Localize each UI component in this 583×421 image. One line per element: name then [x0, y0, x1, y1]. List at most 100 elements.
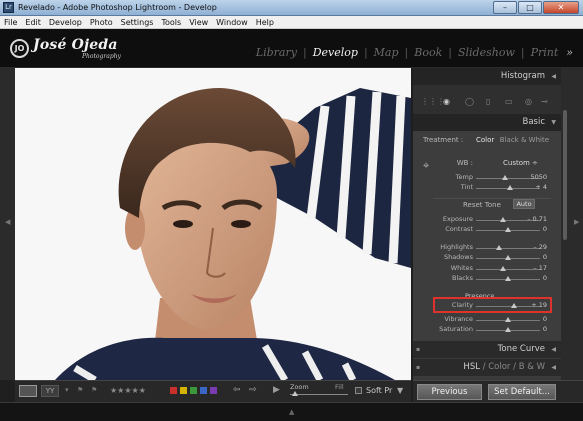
reject-flag-icon[interactable]: ⚑ [91, 386, 97, 394]
treatment-color-option[interactable]: Color [476, 136, 494, 144]
color-tab[interactable]: Color [488, 362, 510, 372]
panel-switch-icon[interactable]: ▪ [416, 359, 420, 376]
module-book[interactable]: Book [408, 46, 448, 59]
menu-settings[interactable]: Settings [121, 18, 154, 27]
slider-thumb[interactable] [505, 317, 511, 322]
toolbar-menu-icon[interactable]: ▼ [397, 386, 403, 395]
slider-track[interactable] [476, 227, 540, 232]
slider-value[interactable]: – 29 [533, 243, 547, 251]
before-after-button[interactable]: YY [41, 385, 59, 397]
menu-help[interactable]: Help [256, 18, 274, 27]
slider-value[interactable]: + 19 [531, 301, 547, 309]
slider-thumb[interactable] [496, 245, 502, 250]
slider-tint[interactable]: Tint + 4 [413, 183, 561, 193]
slider-track[interactable] [476, 255, 540, 260]
crop-icon[interactable]: ◉ [443, 97, 450, 106]
tone-curve-header[interactable]: ▪ Tone Curve ◀ [413, 341, 561, 358]
basic-header[interactable]: Basic ▼ [413, 114, 561, 131]
maximize-button[interactable]: □ [518, 1, 542, 14]
expand-left-panel-icon[interactable]: ◀ [5, 218, 10, 226]
previous-photo-icon[interactable]: ⇦ [233, 385, 241, 395]
red-eye-icon[interactable]: ▯ [486, 97, 490, 106]
zoom-thumb[interactable] [292, 391, 298, 396]
slider-highlights[interactable]: Highlights – 29 [413, 243, 561, 253]
spot-removal-icon[interactable]: ◯ [465, 97, 474, 106]
slider-saturation[interactable]: Saturation 0 [413, 325, 561, 335]
slider-value[interactable]: – 17 [533, 264, 547, 272]
panel-switch-icon[interactable]: ▪ [416, 341, 420, 358]
slider-value[interactable]: 0 [543, 225, 547, 233]
wb-select[interactable]: Custom ÷ [503, 159, 538, 167]
soft-proofing-checkbox[interactable] [355, 387, 362, 394]
radial-filter-icon[interactable]: ◎ [525, 97, 532, 106]
slider-track[interactable] [476, 245, 540, 250]
reset-tone-label[interactable]: Reset Tone [463, 201, 501, 209]
collapse-basic-icon[interactable]: ▼ [551, 114, 556, 131]
filmstrip-collapsed[interactable]: ▲ [0, 402, 583, 421]
module-develop[interactable]: Develop [307, 46, 364, 59]
module-print[interactable]: Print [525, 46, 565, 59]
bw-tab[interactable]: B & W [519, 362, 545, 372]
menu-edit[interactable]: Edit [25, 18, 41, 27]
adjustment-brush-icon[interactable]: ⊸ [541, 97, 548, 106]
menu-file[interactable]: File [4, 18, 17, 27]
expand-tone-curve-icon[interactable]: ◀ [551, 341, 556, 358]
menu-develop[interactable]: Develop [49, 18, 82, 27]
slider-shadows[interactable]: Shadows 0 [413, 253, 561, 263]
slider-value[interactable]: + 4 [535, 183, 547, 191]
slider-track[interactable] [476, 327, 540, 332]
slider-whites[interactable]: Whites – 17 [413, 264, 561, 274]
menu-tools[interactable]: Tools [161, 18, 181, 27]
panel-scrollbar[interactable] [563, 110, 567, 240]
slider-value[interactable]: 0 [543, 325, 547, 333]
module-library[interactable]: Library [250, 46, 303, 59]
color-label-blue[interactable] [200, 387, 207, 394]
slider-thumb[interactable] [502, 175, 508, 180]
treatment-bw-option[interactable]: Black & White [500, 136, 549, 144]
module-slideshow[interactable]: Slideshow [452, 46, 521, 59]
slider-value[interactable]: 0 [543, 274, 547, 282]
before-after-menu-icon[interactable]: ▾ [65, 386, 69, 394]
minimize-button[interactable]: – [493, 1, 517, 14]
menu-window[interactable]: Window [216, 18, 248, 27]
slider-thumb[interactable] [505, 276, 511, 281]
previous-button[interactable]: Previous [417, 384, 482, 400]
slider-thumb[interactable] [505, 255, 511, 260]
star-rating[interactable]: ★★★★★ [110, 386, 146, 395]
pick-flag-icon[interactable]: ⚑ [77, 386, 83, 394]
slider-contrast[interactable]: Contrast 0 [413, 225, 561, 235]
color-label-purple[interactable] [210, 387, 217, 394]
next-photo-icon[interactable]: ⇨ [249, 385, 257, 395]
more-modules-icon[interactable]: » [564, 46, 573, 59]
hsl-tab[interactable]: HSL [463, 362, 480, 372]
photo-preview[interactable] [15, 68, 411, 380]
menu-view[interactable]: View [189, 18, 208, 27]
slider-track[interactable] [476, 185, 540, 190]
slider-temp[interactable]: Temp 5050 [413, 173, 561, 183]
color-label-yellow[interactable] [180, 387, 187, 394]
zoom-slider[interactable] [290, 391, 348, 396]
loupe-view-button[interactable] [19, 385, 37, 397]
slider-value[interactable]: 0 [543, 253, 547, 261]
expand-hsl-icon[interactable]: ◀ [551, 359, 556, 376]
slider-clarity[interactable]: Clarity + 19 [413, 301, 561, 311]
collapse-histogram-icon[interactable]: ◀ [551, 68, 556, 85]
slider-vibrance[interactable]: Vibrance 0 [413, 315, 561, 325]
color-label-red[interactable] [170, 387, 177, 394]
slider-thumb[interactable] [505, 327, 511, 332]
slider-exposure[interactable]: Exposure – 0.71 [413, 215, 561, 225]
collapse-right-panel-icon[interactable]: ▶ [574, 218, 579, 226]
slider-thumb[interactable] [500, 266, 506, 271]
histogram-header[interactable]: Histogram ◀ [413, 68, 561, 85]
menu-photo[interactable]: Photo [90, 18, 113, 27]
set-default-button[interactable]: Set Default... [488, 384, 556, 400]
left-panel-collapsed[interactable]: ◀ [0, 68, 15, 380]
auto-tone-button[interactable]: Auto [513, 199, 535, 209]
color-label-green[interactable] [190, 387, 197, 394]
slider-track[interactable] [476, 276, 540, 281]
slider-value[interactable]: 5050 [530, 173, 547, 181]
soft-proofing-label[interactable]: Soft Pr [366, 386, 392, 395]
slider-value[interactable]: 0 [543, 315, 547, 323]
slider-thumb[interactable] [511, 303, 517, 308]
slider-track[interactable] [476, 266, 540, 271]
